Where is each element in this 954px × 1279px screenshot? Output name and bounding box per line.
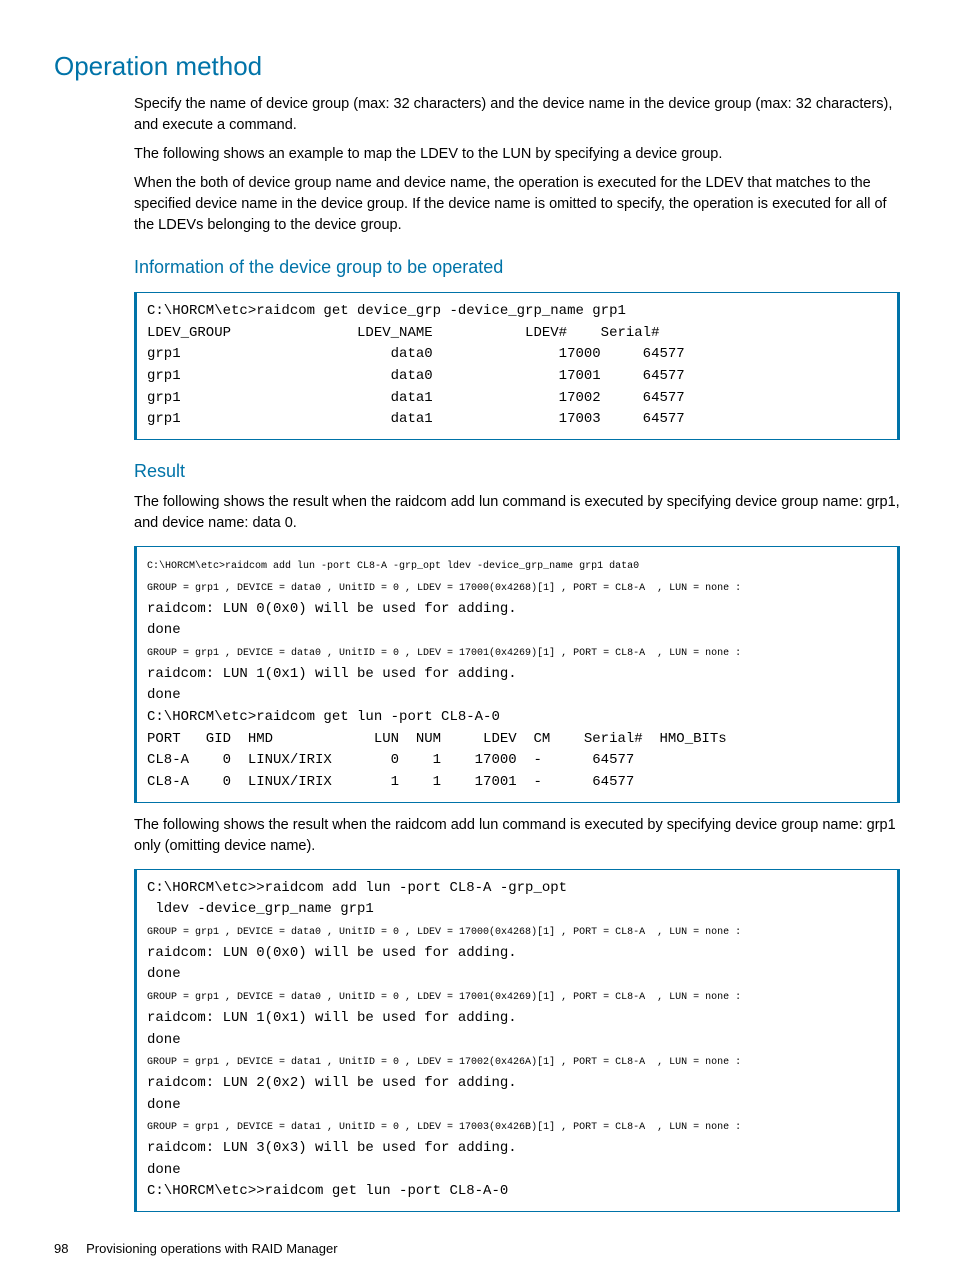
code-line: ldev -device_grp_name grp1: [147, 901, 374, 917]
code-line: GROUP = grp1 , DEVICE = data1 , UnitID =…: [147, 1057, 741, 1068]
code-line: raidcom: LUN 3(0x3) will be used for add…: [147, 1140, 517, 1156]
code-line: raidcom: LUN 2(0x2) will be used for add…: [147, 1075, 517, 1091]
code-line: raidcom: LUN 0(0x0) will be used for add…: [147, 945, 517, 961]
subsection-heading: Information of the device group to be op…: [134, 254, 900, 280]
code-line: raidcom: LUN 0(0x0) will be used for add…: [147, 601, 517, 617]
body-text: Specify the name of device group (max: 3…: [134, 94, 900, 136]
code-line: GROUP = grp1 , DEVICE = data0 , UnitID =…: [147, 648, 741, 659]
code-line: GROUP = grp1 , DEVICE = data0 , UnitID =…: [147, 927, 741, 938]
code-block-result-2: C:\HORCM\etc>>raidcom add lun -port CL8-…: [134, 869, 900, 1212]
page-number: 98: [54, 1241, 68, 1256]
code-line: done: [147, 1032, 181, 1048]
code-line: CL8-A 0 LINUX/IRIX 1 1 17001 - 64577: [147, 774, 634, 790]
body-text: When the both of device group name and d…: [134, 173, 900, 236]
page-footer: 98 Provisioning operations with RAID Man…: [54, 1240, 900, 1259]
footer-text: Provisioning operations with RAID Manage…: [86, 1241, 337, 1256]
code-line: raidcom: LUN 1(0x1) will be used for add…: [147, 666, 517, 682]
code-line: C:\HORCM\etc>raidcom add lun -port CL8-A…: [147, 561, 639, 572]
body-text: The following shows an example to map th…: [134, 144, 900, 165]
code-line: C:\HORCM\etc>raidcom get lun -port CL8-A…: [147, 709, 500, 725]
code-line: GROUP = grp1 , DEVICE = data0 , UnitID =…: [147, 583, 741, 594]
code-line: PORT GID HMD LUN NUM LDEV CM Serial# HMO…: [147, 731, 727, 747]
code-line: GROUP = grp1 , DEVICE = data1 , UnitID =…: [147, 1122, 741, 1133]
body-text: The following shows the result when the …: [134, 492, 900, 534]
code-line: done: [147, 966, 181, 982]
code-line: done: [147, 622, 181, 638]
body-text: The following shows the result when the …: [134, 815, 900, 857]
code-line: C:\HORCM\etc>>raidcom add lun -port CL8-…: [147, 880, 567, 896]
code-line: done: [147, 687, 181, 703]
subsection-heading-result: Result: [134, 458, 900, 484]
code-line: done: [147, 1162, 181, 1178]
code-block-result-1: C:\HORCM\etc>raidcom add lun -port CL8-A…: [134, 546, 900, 803]
code-line: raidcom: LUN 1(0x1) will be used for add…: [147, 1010, 517, 1026]
code-line: GROUP = grp1 , DEVICE = data0 , UnitID =…: [147, 992, 741, 1003]
code-line: done: [147, 1097, 181, 1113]
section-heading: Operation method: [54, 48, 900, 86]
code-line: C:\HORCM\etc>>raidcom get lun -port CL8-…: [147, 1183, 508, 1199]
code-block-device-group: C:\HORCM\etc>raidcom get device_grp -dev…: [134, 292, 900, 440]
code-line: CL8-A 0 LINUX/IRIX 0 1 17000 - 64577: [147, 752, 634, 768]
